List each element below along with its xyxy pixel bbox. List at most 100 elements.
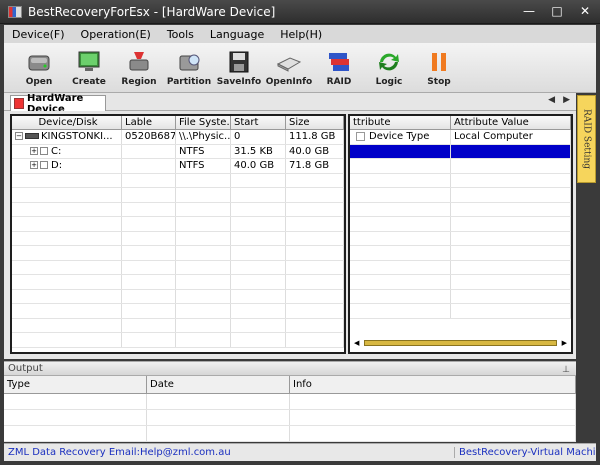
device-start: 0 [231,130,286,144]
raid-icon [326,50,352,74]
col-date[interactable]: Date [147,376,290,393]
table-row[interactable]: + D: NTFS 40.0 GB 71.8 GB [12,159,344,174]
tab-navigation: ◀ ▶ [548,95,570,105]
col-start[interactable]: Start [231,116,286,129]
table-row[interactable]: Device Type Local Computer [350,130,571,145]
device-name: KINGSTONKI... [41,131,113,142]
empty-row [350,159,571,174]
scroll-left-icon[interactable]: ◀ [354,339,359,347]
stop-label: Stop [427,77,451,87]
attribute-grid[interactable]: ttribute Attribute Value Device Type Loc… [348,114,573,354]
output-title: Output [8,363,43,374]
attribute-value [451,144,571,158]
close-button[interactable]: ✕ [576,3,594,19]
stop-pause-icon [426,50,452,74]
table-row[interactable]: + C: NTFS 31.5 KB 40.0 GB [12,144,344,159]
menu-bar: Device(F) Operation(E) Tools Language He… [4,25,596,43]
attribute-grid-header: ttribute Attribute Value [350,116,571,130]
empty-row [350,202,571,217]
menu-help[interactable]: Help(H) [280,28,322,41]
partition-icon [176,50,202,74]
empty-row [350,231,571,246]
empty-row [12,304,344,319]
col-attribute-value[interactable]: Attribute Value [451,116,571,129]
menu-tools[interactable]: Tools [167,28,194,41]
attribute-value: Local Computer [451,130,571,144]
partition-node-icon [40,146,48,155]
device-name: C: [51,145,62,157]
title-bar: BestRecoveryForEsx - [HardWare Device] —… [0,0,600,24]
menu-language[interactable]: Language [210,28,264,41]
logic-arrows-icon [376,50,402,74]
stop-button[interactable]: Stop [414,43,464,93]
window-controls: — □ ✕ [520,3,594,19]
output-grid[interactable]: Type Date Info [4,376,576,442]
floppy-save-icon [226,50,252,74]
device-size: 71.8 GB [286,159,344,173]
hardware-tab-icon [14,98,24,109]
pin-icon[interactable]: ⊥ [562,363,570,377]
device-grid-header: Device/Disk Lable File Syste... Start Si… [12,116,344,130]
device-label: 0520B687... [122,130,176,144]
logic-button[interactable]: Logic [364,43,414,93]
col-file-system[interactable]: File Syste... [176,116,231,129]
partition-button[interactable]: Partition [164,43,214,93]
main-panel-area: Device/Disk Lable File Syste... Start Si… [4,111,576,359]
empty-row [12,318,344,333]
table-row-selected[interactable] [350,144,571,159]
expand-icon[interactable]: + [30,146,38,155]
status-contact: ZML Data Recovery Email:Help@zml.com.au [8,447,231,458]
empty-row [350,275,571,290]
output-panel-header: Output ⊥ [4,361,576,376]
scroll-right-icon[interactable]: ▶ [562,339,567,347]
region-button[interactable]: Region [114,43,164,93]
empty-row [12,188,344,203]
empty-row [12,275,344,290]
tab-prev-icon[interactable]: ◀ [548,95,555,105]
attribute-name: Device Type [369,131,430,142]
raid-button[interactable]: RAID [314,43,364,93]
menu-device[interactable]: Device(F) [12,28,65,41]
disk-open-icon [26,50,52,74]
device-name: D: [51,160,63,171]
open-label: Open [25,77,53,87]
toolbar: Open Create Region Partition SaveInfo Op… [4,43,596,93]
table-row[interactable]: − KINGSTONKI... 0520B687... \\.\Physic...… [12,130,344,145]
empty-row [4,426,576,442]
create-button[interactable]: Create [64,43,114,93]
col-type[interactable]: Type [4,376,147,393]
minimize-button[interactable]: — [520,3,538,19]
tab-next-icon[interactable]: ▶ [563,95,570,105]
raid-setting-side-tab[interactable]: RAID Setting [577,95,596,183]
attribute-name [350,144,451,158]
device-start: 40.0 GB [231,159,286,173]
open-button[interactable]: Open [14,43,64,93]
col-info[interactable]: Info [290,376,576,393]
partition-node-icon [40,161,48,169]
open-info-icon [276,50,302,74]
region-label: Region [121,77,157,87]
device-size: 111.8 GB [286,130,344,144]
menu-operation[interactable]: Operation(E) [81,28,151,41]
device-fs: NTFS [176,159,231,173]
tab-hardware-device[interactable]: HardWare Device [10,93,106,115]
device-grid[interactable]: Device/Disk Lable File Syste... Start Si… [10,114,346,354]
expand-icon[interactable]: + [30,161,38,169]
empty-row [4,394,576,410]
empty-row [350,246,571,261]
openinfo-button[interactable]: OpenInfo [264,43,314,93]
empty-row [12,333,344,348]
output-grid-header: Type Date Info [4,376,576,394]
horizontal-scrollbar[interactable] [364,340,557,346]
device-label [122,144,176,158]
col-lable[interactable]: Lable [122,116,176,129]
col-attribute[interactable]: ttribute [350,116,451,129]
saveinfo-button[interactable]: SaveInfo [214,43,264,93]
device-start: 31.5 KB [231,144,286,158]
col-size[interactable]: Size [286,116,344,129]
maximize-button[interactable]: □ [548,3,566,19]
hard-disk-icon [25,133,39,139]
col-device-disk[interactable]: Device/Disk [12,116,122,129]
collapse-icon[interactable]: − [15,132,23,140]
property-icon [356,131,365,141]
